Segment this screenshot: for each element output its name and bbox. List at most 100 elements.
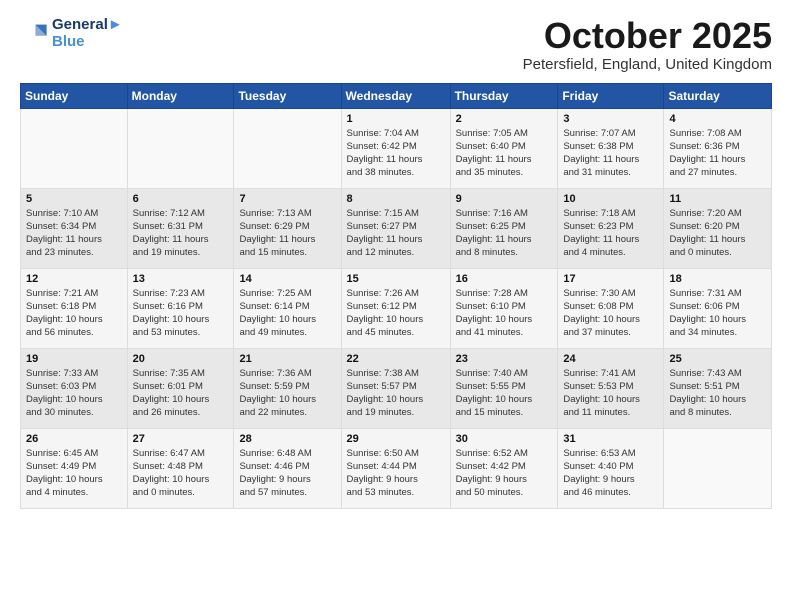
calendar-cell: 16 Sunrise: 7:28 AM Sunset: 6:10 PM Dayli… <box>450 268 558 348</box>
day-number: 16 <box>456 273 553 285</box>
calendar-cell: 5Sunrise: 7:10 AM Sunset: 6:34 PM Daylig… <box>21 188 128 268</box>
day-number: 12 <box>26 273 122 285</box>
day-info: Sunrise: 6:52 AM Sunset: 4:42 PM Dayligh… <box>456 447 553 500</box>
day-number: 3 <box>563 113 658 125</box>
day-number: 4 <box>669 113 766 125</box>
day-info: Sunrise: 6:48 AM Sunset: 4:46 PM Dayligh… <box>239 447 335 500</box>
calendar-cell: 30Sunrise: 6:52 AM Sunset: 4:42 PM Dayli… <box>450 428 558 508</box>
calendar-cell: 3Sunrise: 7:07 AM Sunset: 6:38 PM Daylig… <box>558 108 664 188</box>
day-info: Sunrise: 7:31 AM Sunset: 6:06 PM Dayligh… <box>669 287 766 340</box>
calendar-cell: 29Sunrise: 6:50 AM Sunset: 4:44 PM Dayli… <box>341 428 450 508</box>
header: General► Blue October 2025 Petersfield, … <box>20 16 772 73</box>
calendar-cell: 28 Sunrise: 6:48 AM Sunset: 4:46 PM Dayli… <box>234 428 341 508</box>
day-number: 20 <box>133 353 229 365</box>
calendar-cell <box>234 108 341 188</box>
day-info: Sunrise: 7:33 AM Sunset: 6:03 PM Dayligh… <box>26 367 122 420</box>
day-info: Sunrise: 7:05 AM Sunset: 6:40 PM Dayligh… <box>456 127 553 180</box>
day-info: Sunrise: 7:20 AM Sunset: 6:20 PM Dayligh… <box>669 207 766 260</box>
day-number: 25 <box>669 353 766 365</box>
day-number: 19 <box>26 353 122 365</box>
day-info: Sunrise: 7:38 AM Sunset: 5:57 PM Dayligh… <box>347 367 445 420</box>
day-number: 18 <box>669 273 766 285</box>
month-title: October 2025 <box>523 16 772 56</box>
calendar-cell: 6Sunrise: 7:12 AM Sunset: 6:31 PM Daylig… <box>127 188 234 268</box>
day-number: 9 <box>456 193 553 205</box>
location: Petersfield, England, United Kingdom <box>523 56 772 73</box>
weekday-header-wednesday: Wednesday <box>341 83 450 108</box>
day-number: 2 <box>456 113 553 125</box>
day-info: Sunrise: 6:50 AM Sunset: 4:44 PM Dayligh… <box>347 447 445 500</box>
title-block: October 2025 Petersfield, England, Unite… <box>523 16 772 73</box>
day-number: 8 <box>347 193 445 205</box>
day-info: Sunrise: 7:28 AM Sunset: 6:10 PM Dayligh… <box>456 287 553 340</box>
calendar-cell: 14 Sunrise: 7:25 AM Sunset: 6:14 PM Dayli… <box>234 268 341 348</box>
day-info: Sunrise: 6:53 AM Sunset: 4:40 PM Dayligh… <box>563 447 658 500</box>
page: General► Blue October 2025 Petersfield, … <box>0 0 792 519</box>
calendar-cell: 1 Sunrise: 7:04 AM Sunset: 6:42 PM Daylig… <box>341 108 450 188</box>
day-info: Sunrise: 7:25 AM Sunset: 6:14 PM Dayligh… <box>239 287 335 340</box>
weekday-header-saturday: Saturday <box>664 83 772 108</box>
calendar-cell: 15Sunrise: 7:26 AM Sunset: 6:12 PM Dayli… <box>341 268 450 348</box>
day-number: 17 <box>563 273 658 285</box>
day-info: Sunrise: 7:35 AM Sunset: 6:01 PM Dayligh… <box>133 367 229 420</box>
day-number: 28 <box>239 433 335 445</box>
weekday-header-thursday: Thursday <box>450 83 558 108</box>
calendar-cell: 25 Sunrise: 7:43 AM Sunset: 5:51 PM Dayli… <box>664 348 772 428</box>
weekday-header-sunday: Sunday <box>21 83 128 108</box>
day-info: Sunrise: 6:45 AM Sunset: 4:49 PM Dayligh… <box>26 447 122 500</box>
day-info: Sunrise: 7:36 AM Sunset: 5:59 PM Dayligh… <box>239 367 335 420</box>
calendar-table: SundayMondayTuesdayWednesdayThursdayFrid… <box>20 83 772 509</box>
day-number: 21 <box>239 353 335 365</box>
day-number: 22 <box>347 353 445 365</box>
week-row-5: 26 Sunrise: 6:45 AM Sunset: 4:49 PM Dayli… <box>21 428 772 508</box>
calendar-cell <box>127 108 234 188</box>
day-info: Sunrise: 7:30 AM Sunset: 6:08 PM Dayligh… <box>563 287 658 340</box>
day-number: 23 <box>456 353 553 365</box>
weekday-header-tuesday: Tuesday <box>234 83 341 108</box>
day-number: 27 <box>133 433 229 445</box>
day-number: 11 <box>669 193 766 205</box>
day-number: 1 <box>347 113 445 125</box>
calendar-cell: 17 Sunrise: 7:30 AM Sunset: 6:08 PM Dayli… <box>558 268 664 348</box>
day-info: Sunrise: 7:21 AM Sunset: 6:18 PM Dayligh… <box>26 287 122 340</box>
calendar-cell: 24Sunrise: 7:41 AM Sunset: 5:53 PM Dayli… <box>558 348 664 428</box>
calendar-cell: 27 Sunrise: 6:47 AM Sunset: 4:48 PM Dayli… <box>127 428 234 508</box>
weekday-header-friday: Friday <box>558 83 664 108</box>
weekday-header-row: SundayMondayTuesdayWednesdayThursdayFrid… <box>21 83 772 108</box>
calendar-cell: 10Sunrise: 7:18 AM Sunset: 6:23 PM Dayli… <box>558 188 664 268</box>
week-row-1: 1 Sunrise: 7:04 AM Sunset: 6:42 PM Daylig… <box>21 108 772 188</box>
day-number: 7 <box>239 193 335 205</box>
calendar-cell: 13Sunrise: 7:23 AM Sunset: 6:16 PM Dayli… <box>127 268 234 348</box>
day-info: Sunrise: 7:43 AM Sunset: 5:51 PM Dayligh… <box>669 367 766 420</box>
calendar-cell: 2 Sunrise: 7:05 AM Sunset: 6:40 PM Daylig… <box>450 108 558 188</box>
day-info: Sunrise: 7:16 AM Sunset: 6:25 PM Dayligh… <box>456 207 553 260</box>
calendar-cell <box>664 428 772 508</box>
calendar-cell <box>21 108 128 188</box>
calendar-cell: 4Sunrise: 7:08 AM Sunset: 6:36 PM Daylig… <box>664 108 772 188</box>
calendar-cell: 19 Sunrise: 7:33 AM Sunset: 6:03 PM Dayli… <box>21 348 128 428</box>
day-info: Sunrise: 7:04 AM Sunset: 6:42 PM Dayligh… <box>347 127 445 180</box>
calendar-cell: 31 Sunrise: 6:53 AM Sunset: 4:40 PM Dayli… <box>558 428 664 508</box>
day-number: 14 <box>239 273 335 285</box>
calendar-cell: 21 Sunrise: 7:36 AM Sunset: 5:59 PM Dayli… <box>234 348 341 428</box>
weekday-header-monday: Monday <box>127 83 234 108</box>
day-info: Sunrise: 7:40 AM Sunset: 5:55 PM Dayligh… <box>456 367 553 420</box>
day-number: 31 <box>563 433 658 445</box>
day-number: 10 <box>563 193 658 205</box>
calendar-cell: 23 Sunrise: 7:40 AM Sunset: 5:55 PM Dayli… <box>450 348 558 428</box>
calendar-cell: 8 Sunrise: 7:15 AM Sunset: 6:27 PM Daylig… <box>341 188 450 268</box>
day-number: 26 <box>26 433 122 445</box>
logo-text: General► Blue <box>52 16 123 50</box>
day-number: 5 <box>26 193 122 205</box>
day-info: Sunrise: 7:13 AM Sunset: 6:29 PM Dayligh… <box>239 207 335 260</box>
day-info: Sunrise: 7:12 AM Sunset: 6:31 PM Dayligh… <box>133 207 229 260</box>
day-info: Sunrise: 7:26 AM Sunset: 6:12 PM Dayligh… <box>347 287 445 340</box>
calendar-cell: 20 Sunrise: 7:35 AM Sunset: 6:01 PM Dayli… <box>127 348 234 428</box>
week-row-3: 12 Sunrise: 7:21 AM Sunset: 6:18 PM Dayli… <box>21 268 772 348</box>
day-info: Sunrise: 7:15 AM Sunset: 6:27 PM Dayligh… <box>347 207 445 260</box>
calendar-cell: 7 Sunrise: 7:13 AM Sunset: 6:29 PM Daylig… <box>234 188 341 268</box>
calendar-cell: 9 Sunrise: 7:16 AM Sunset: 6:25 PM Daylig… <box>450 188 558 268</box>
calendar-cell: 22 Sunrise: 7:38 AM Sunset: 5:57 PM Dayli… <box>341 348 450 428</box>
day-info: Sunrise: 6:47 AM Sunset: 4:48 PM Dayligh… <box>133 447 229 500</box>
calendar-cell: 26 Sunrise: 6:45 AM Sunset: 4:49 PM Dayli… <box>21 428 128 508</box>
